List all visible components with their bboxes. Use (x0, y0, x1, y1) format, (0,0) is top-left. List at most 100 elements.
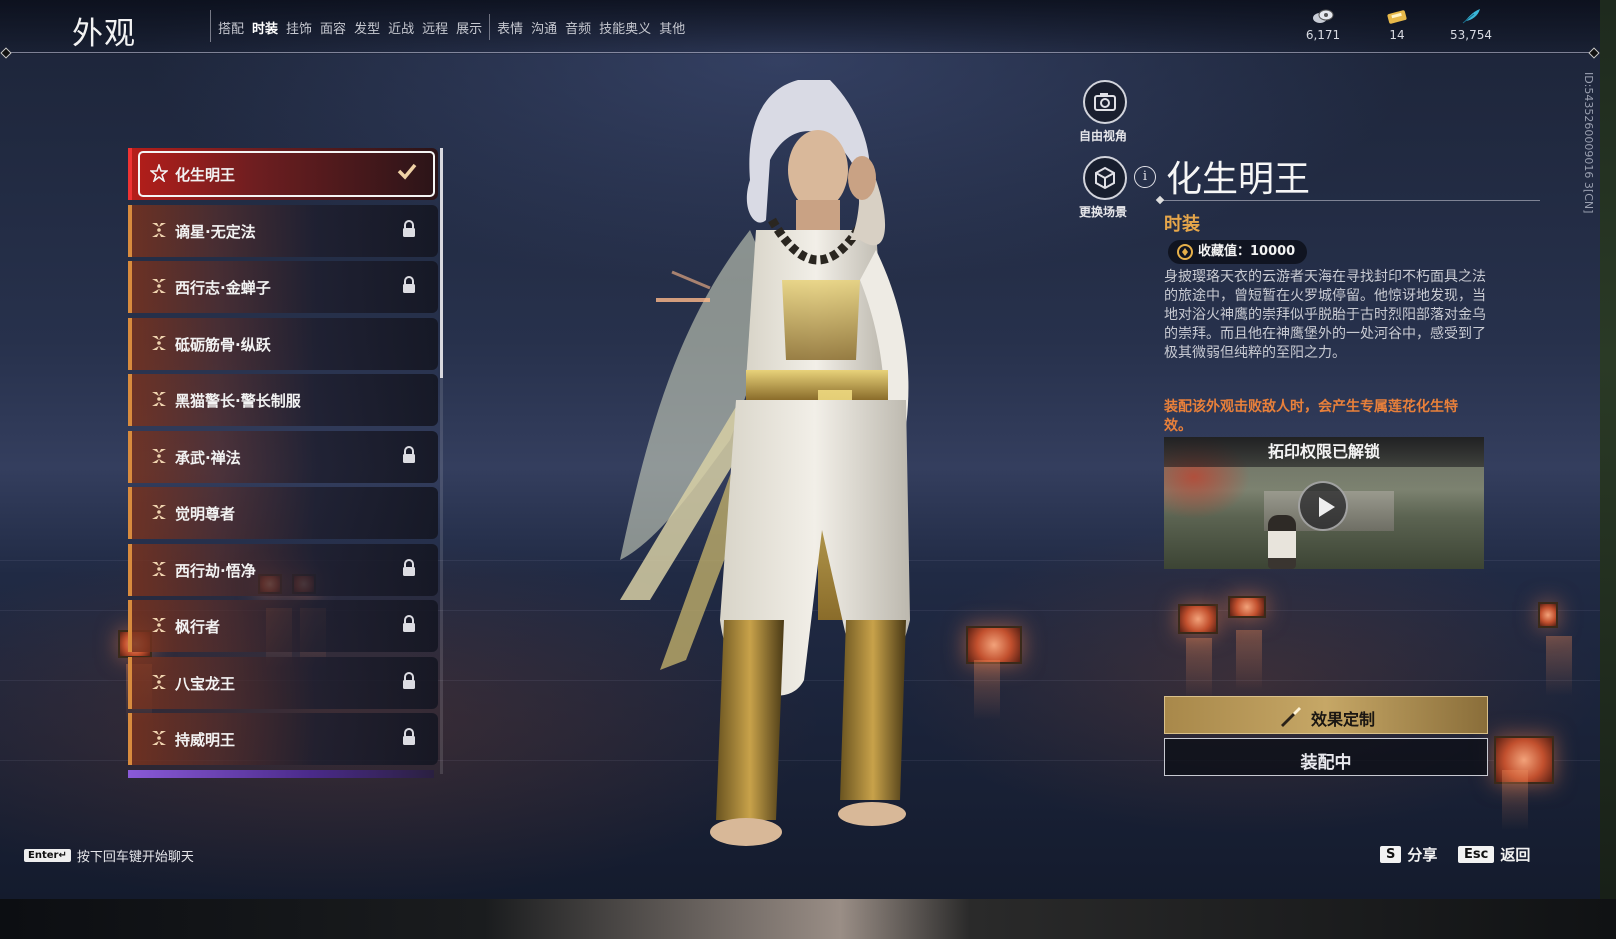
outfit-list-item[interactable]: 西行劫·悟净 (128, 543, 438, 596)
outfit-list-item[interactable]: 持威明王 (128, 713, 438, 765)
coin-stack-icon (1313, 9, 1334, 23)
tab-other[interactable]: 其他 (655, 14, 689, 40)
checkmark-icon (397, 163, 417, 180)
quality-mark-icon (152, 279, 166, 293)
outfit-name: 承武·禅法 (175, 448, 241, 467)
tab-communication[interactable]: 沟通 (527, 14, 561, 40)
floating-lantern (1538, 602, 1572, 696)
lock-icon (403, 276, 415, 293)
tab-outfit-set[interactable]: 搭配 (214, 14, 248, 40)
tab-audio[interactable]: 音频 (561, 14, 595, 40)
esc-key-badge: Esc (1458, 846, 1495, 863)
change-scene-button[interactable] (1083, 156, 1127, 200)
character-model[interactable] (560, 60, 980, 860)
quality-mark-icon (152, 448, 166, 463)
outfit-list-item[interactable]: 谪星·无定法 (128, 204, 438, 257)
outfit-list-item[interactable]: 砥砺筋骨·纵跃 (128, 317, 438, 370)
floating-lantern (1494, 736, 1554, 830)
tab-melee[interactable]: 近战 (384, 14, 418, 40)
info-icon[interactable]: i (1134, 166, 1156, 188)
currency-value: 6,171 (1305, 28, 1341, 42)
floating-lantern (1178, 604, 1218, 698)
free-camera-label: 自由视角 (1079, 129, 1128, 143)
outfit-name: 觉明尊者 (175, 505, 236, 523)
list-scrollbar-thumb[interactable] (440, 148, 443, 378)
collection-value-text: 收藏值：10000 (1198, 244, 1296, 259)
change-scene-label: 更换场景 (1079, 205, 1128, 219)
effect-customize-label: 效果定制 (1311, 710, 1376, 729)
outfit-list-item[interactable]: 承武·禅法 (128, 430, 438, 483)
play-icon[interactable] (1298, 481, 1348, 531)
tab-accessories[interactable]: 挂饰 (282, 14, 316, 40)
back-button[interactable]: Esc 返回 (1458, 844, 1530, 865)
lock-icon (403, 615, 415, 632)
outfit-list-item[interactable]: 觉明尊者 (128, 487, 438, 539)
outfit-list-item[interactable]: 西行志·金蝉子 (128, 261, 438, 313)
desktop-edge (0, 899, 1616, 939)
quality-mark-icon (152, 392, 166, 406)
preview-video[interactable]: 拓印权限已解锁 (1164, 437, 1484, 569)
tab-divider (489, 14, 491, 40)
effect-customize-button[interactable]: 效果定制 (1164, 696, 1488, 734)
lock-icon (403, 671, 415, 689)
unlock-banner: 拓印权限已解锁 (1164, 437, 1484, 467)
outfit-list-item[interactable]: 八宝龙王 (128, 656, 438, 709)
currency-value: 14 (1389, 28, 1405, 42)
share-button[interactable]: S 分享 (1380, 844, 1437, 865)
chat-hint-text: 按下回车键开始聊天 (76, 850, 194, 865)
tab-ranged[interactable]: 远程 (418, 14, 452, 40)
header-divider (4, 52, 1596, 53)
tab-emotes[interactable]: 表情 (493, 14, 527, 40)
brush-icon (1281, 707, 1301, 727)
category-tabs: 搭配 时装 挂饰 面容 发型 近战 远程 展示 表情 沟通 音频 技能奥义 其他 (214, 0, 689, 54)
chat-hint[interactable]: Enter↵ 按下回车键开始聊天 (24, 846, 194, 865)
outfit-name: 谪星·无定法 (175, 222, 256, 241)
currency-feathers: 53,754 (1448, 8, 1494, 42)
tab-hairstyle[interactable]: 发型 (350, 14, 384, 40)
quality-mark-icon (152, 335, 166, 350)
quality-mark-icon (152, 618, 166, 632)
currency-tickets: 14 (1374, 8, 1420, 42)
collection-icon (1177, 244, 1193, 260)
quality-mark-icon (152, 561, 166, 576)
free-camera-button[interactable] (1083, 80, 1127, 124)
quality-mark-icon (152, 222, 166, 237)
list-item-partial[interactable] (128, 770, 434, 778)
outfit-name: 西行劫·悟净 (175, 561, 256, 580)
outfit-name: 西行志·金蝉子 (175, 279, 271, 297)
outfit-name: 持威明王 (175, 731, 236, 749)
cube-icon (1095, 166, 1115, 190)
item-description: 身披璎珞天衣的云游者天海在寻找封印不朽面具之法的旅途中，曾短暂在火罗城停留。他惊… (1164, 269, 1486, 361)
video-character (1268, 515, 1296, 569)
collection-value-badge: 收藏值：10000 (1168, 240, 1308, 264)
outfit-name: 黑猫警长·警长制服 (175, 392, 301, 410)
enter-key-badge: Enter↵ (24, 849, 71, 862)
equip-status-label: 装配中 (1300, 753, 1352, 773)
floating-lantern (1228, 596, 1266, 690)
outfit-name: 八宝龙王 (175, 674, 236, 693)
tab-fashion[interactable]: 时装 (246, 0, 285, 54)
player-id-text: ID:5435260009016 3[CN] (1582, 72, 1595, 214)
tab-face[interactable]: 面容 (316, 14, 350, 40)
tab-display[interactable]: 展示 (452, 14, 486, 40)
equip-status-button[interactable]: 装配中 (1164, 738, 1488, 776)
effect-note: 装配该外观击败敌人时，会产生专属莲花化生特效。 (1164, 399, 1458, 434)
page-title: 外观 (72, 16, 136, 52)
item-type-label: 时装 (1164, 214, 1200, 235)
desktop-edge (1600, 0, 1616, 899)
tab-skill-ultimate[interactable]: 技能奥义 (595, 14, 655, 40)
outfit-name: 枫行者 (175, 618, 221, 636)
lock-icon (403, 728, 415, 745)
outfit-list-item[interactable]: 黑猫警长·警长制服 (128, 374, 438, 426)
outfit-name: 砥砺筋骨·纵跃 (175, 335, 271, 354)
divider (210, 10, 211, 42)
share-key-badge: S (1380, 846, 1402, 863)
share-label: 分享 (1407, 846, 1438, 864)
back-label: 返回 (1500, 846, 1531, 864)
outfit-list-item[interactable]: 化生明王 (128, 148, 438, 200)
outfit-list-item[interactable]: 枫行者 (128, 600, 438, 652)
currency-value: 53,754 (1450, 28, 1492, 42)
currency-bar: 6,171 14 53,754 (1300, 8, 1494, 42)
item-title: 化生明王 (1166, 159, 1311, 200)
outfit-list[interactable]: 化生明王谪星·无定法 西行志·金蝉子 砥砺筋骨·纵跃黑猫警长·警长制服 承武·禅法觉明… (128, 148, 444, 788)
